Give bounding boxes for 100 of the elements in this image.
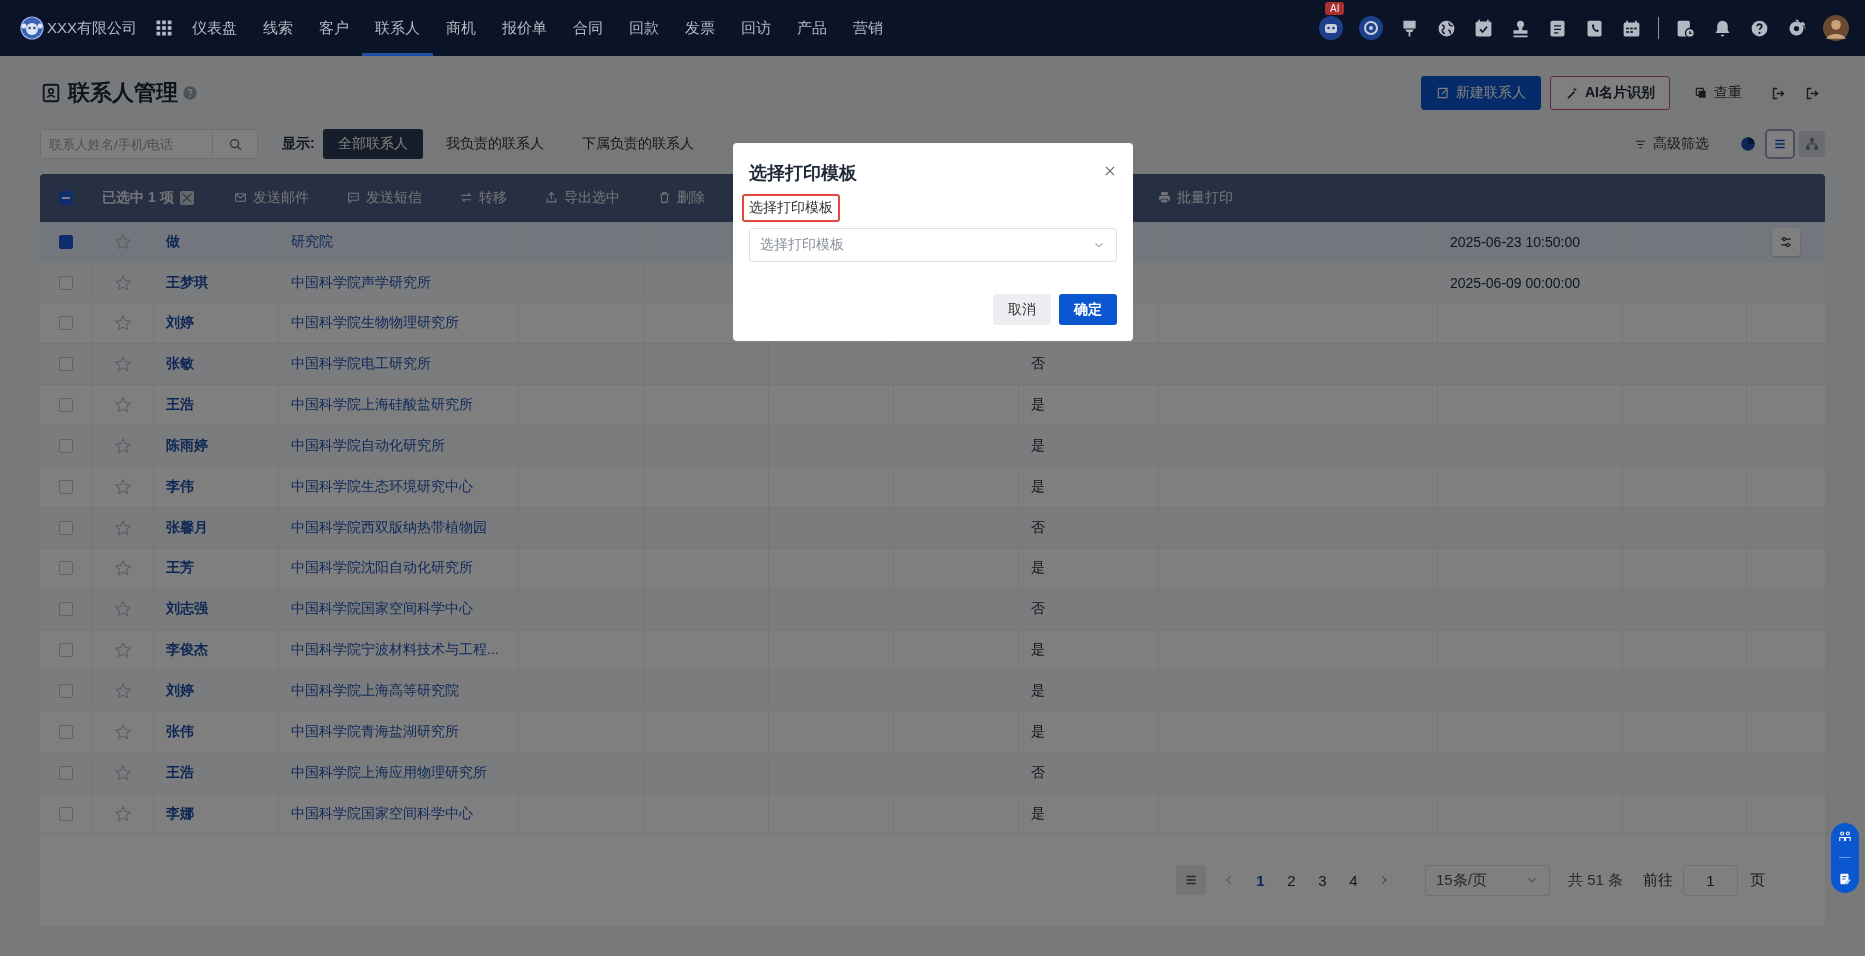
nav-menu-item[interactable]: 营销 — [840, 0, 896, 56]
toolbar-button[interactable]: AI名片识别 — [1550, 76, 1670, 110]
row-checkbox[interactable] — [58, 520, 73, 535]
bulk-action-button[interactable]: 发送邮件 — [233, 188, 309, 207]
company-link[interactable]: 中国科学院上海应用物理研究所 — [291, 763, 487, 782]
company-link[interactable]: 研究院 — [291, 232, 333, 251]
robot-icon[interactable] — [1319, 16, 1343, 40]
nav-menu-item[interactable]: 仪表盘 — [179, 0, 250, 56]
nav-menu-item[interactable]: 产品 — [784, 0, 840, 56]
nav-menu-item[interactable]: 商机 — [433, 0, 489, 56]
note-edit-icon[interactable] — [1838, 872, 1852, 887]
tree-view-button[interactable] — [1799, 131, 1825, 157]
layout-toggle-button[interactable] — [1175, 865, 1206, 896]
row-checkbox[interactable] — [58, 398, 73, 413]
page-number[interactable]: 1 — [1244, 871, 1276, 889]
company-link[interactable]: 中国科学院西双版纳热带植物园 — [291, 518, 487, 537]
nav-menu-item[interactable]: 回款 — [616, 0, 672, 56]
close-button[interactable] — [1103, 164, 1117, 178]
contact-name-link[interactable]: 王浩 — [166, 396, 194, 415]
star-icon[interactable] — [113, 355, 132, 374]
nav-menu-item[interactable]: 合同 — [560, 0, 616, 56]
row-checkbox[interactable] — [58, 479, 73, 494]
company-link[interactable]: 中国科学院上海硅酸盐研究所 — [291, 396, 473, 415]
star-icon[interactable] — [113, 232, 132, 251]
contact-name-link[interactable]: 刘志强 — [166, 600, 208, 619]
template-select[interactable]: 选择打印模板 — [749, 228, 1117, 262]
row-checkbox[interactable] — [58, 438, 73, 453]
star-icon[interactable] — [113, 804, 132, 823]
user-avatar[interactable] — [1823, 15, 1849, 41]
bulk-action-button[interactable]: 删除 — [657, 188, 705, 207]
nav-menu-item[interactable]: 客户 — [306, 0, 362, 56]
calendar-check-icon[interactable] — [1473, 17, 1494, 39]
row-checkbox[interactable] — [58, 357, 73, 372]
company-link[interactable]: 中国科学院自动化研究所 — [291, 436, 445, 455]
confirm-button[interactable]: 确定 — [1059, 294, 1117, 325]
company-link[interactable]: 中国科学院电工研究所 — [291, 355, 431, 374]
contact-name-link[interactable]: 王梦琪 — [166, 273, 208, 292]
company-link[interactable]: 中国科学院宁波材料技术与工程... — [291, 641, 499, 660]
row-checkbox[interactable] — [58, 765, 73, 780]
contact-name-link[interactable]: 张馨月 — [166, 518, 208, 537]
company-link[interactable]: 中国科学院国家空间科学中心 — [291, 804, 473, 823]
star-icon[interactable] — [113, 314, 132, 333]
company-link[interactable]: 中国科学院上海高等研究院 — [291, 682, 459, 700]
list-view-button[interactable] — [1767, 131, 1793, 157]
company-link[interactable]: 中国科学院青海盐湖研究所 — [291, 722, 459, 741]
row-checkbox[interactable] — [58, 643, 73, 658]
view-tab[interactable]: 全部联系人 — [322, 129, 423, 159]
chat-bubble-icon[interactable] — [1359, 16, 1383, 40]
star-icon[interactable] — [113, 600, 132, 619]
row-checkbox[interactable] — [58, 806, 73, 821]
star-icon[interactable] — [113, 396, 132, 415]
page-input[interactable]: 1 — [1683, 864, 1738, 896]
star-icon[interactable] — [113, 273, 132, 292]
row-checkbox[interactable] — [58, 724, 73, 739]
row-checkbox[interactable] — [58, 602, 73, 617]
star-icon[interactable] — [113, 763, 132, 782]
star-icon[interactable] — [113, 477, 132, 496]
company-link[interactable]: 中国科学院生物物理研究所 — [291, 314, 459, 333]
star-icon[interactable] — [113, 682, 132, 700]
select-all-checkbox[interactable] — [59, 190, 73, 205]
row-checkbox[interactable] — [58, 316, 73, 331]
star-icon[interactable] — [113, 559, 132, 578]
contact-name-link[interactable]: 李伟 — [166, 477, 194, 496]
cancel-button[interactable]: 取消 — [993, 294, 1051, 325]
contact-name-link[interactable]: 张敏 — [166, 355, 194, 374]
nav-menu-item[interactable]: 报价单 — [489, 0, 560, 56]
bulk-action-button[interactable]: 导出选中 — [544, 188, 620, 207]
company-link[interactable]: 中国科学院国家空间科学中心 — [291, 600, 473, 619]
nav-menu-item[interactable]: 发票 — [672, 0, 728, 56]
star-icon[interactable] — [113, 518, 132, 537]
nav-menu-item[interactable]: 联系人 — [362, 0, 433, 56]
column-settings-button[interactable] — [1771, 227, 1800, 256]
clear-selection-button[interactable] — [179, 190, 194, 205]
bulk-action-button[interactable]: 批量打印 — [1158, 188, 1233, 207]
contact-name-link[interactable]: 李娜 — [166, 804, 194, 823]
contact-name-link[interactable]: 王芳 — [166, 559, 194, 578]
page-number[interactable]: 3 — [1306, 871, 1338, 889]
row-checkbox[interactable] — [58, 275, 73, 290]
company-link[interactable]: 中国科学院声学研究所 — [291, 273, 431, 292]
bulk-action-button[interactable]: 发送短信 — [346, 188, 422, 207]
star-icon[interactable] — [113, 436, 132, 455]
bulk-action-button[interactable]: 转移 — [459, 188, 507, 207]
row-checkbox[interactable] — [58, 234, 73, 249]
page-size-dropdown[interactable]: 15条/页 — [1424, 864, 1550, 896]
page-number[interactable]: 2 — [1275, 871, 1307, 889]
contact-name-link[interactable]: 王浩 — [166, 763, 194, 782]
pie-chart-icon[interactable] — [1739, 135, 1757, 153]
contact-name-link[interactable]: 刘婷 — [166, 314, 194, 333]
apps-grid-icon[interactable] — [155, 19, 173, 37]
contact-name-link[interactable]: 张伟 — [166, 722, 194, 741]
contact-name-link[interactable]: 做 — [166, 232, 180, 251]
page-number[interactable]: 4 — [1337, 871, 1369, 889]
row-checkbox[interactable] — [58, 684, 73, 698]
company-link[interactable]: 中国科学院沈阳自动化研究所 — [291, 559, 473, 578]
contact-name-link[interactable]: 李俊杰 — [166, 641, 208, 660]
contact-name-link[interactable]: 陈雨婷 — [166, 436, 208, 455]
connect-icon[interactable] — [1838, 829, 1852, 844]
star-icon[interactable] — [113, 641, 132, 660]
nav-menu-item[interactable]: 线索 — [250, 0, 306, 56]
contact-name-link[interactable]: 刘婷 — [166, 682, 194, 700]
